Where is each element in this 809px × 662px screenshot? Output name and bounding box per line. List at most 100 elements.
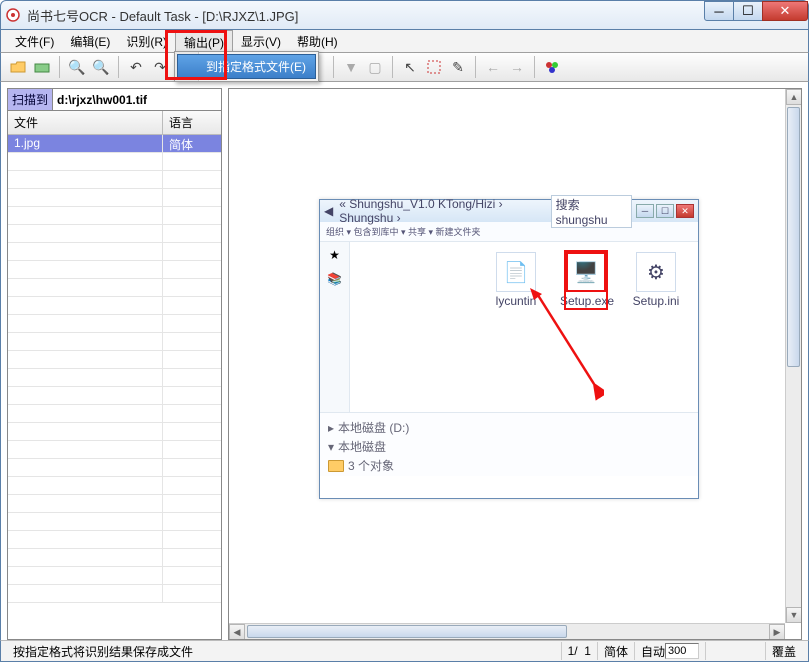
scanner-icon[interactable] <box>31 56 53 78</box>
zoom-input[interactable] <box>665 643 699 659</box>
scan-destination-row: 扫描到 d:\rjxz\hw001.tif <box>8 89 221 111</box>
explorer-close-icon: ✕ <box>676 204 694 218</box>
explorer-content: 📄 lycuntin 🖥️ Setup.exe ⚙ Setup.ini <box>350 242 698 412</box>
table-row[interactable] <box>8 351 221 369</box>
status-lang: 简体 <box>597 642 634 660</box>
next-icon[interactable]: → <box>506 56 528 78</box>
menu-view[interactable]: 显示(V) <box>233 30 289 52</box>
region-icon[interactable] <box>423 56 445 78</box>
explorer-sidebar: ★ 📚 <box>320 242 350 412</box>
table-row[interactable] <box>8 261 221 279</box>
menu-edit[interactable]: 编辑(E) <box>62 30 118 52</box>
explorer-max-icon: ☐ <box>656 204 674 218</box>
titlebar: 尚书七号OCR - Default Task - [D:\RJXZ\1.JPG]… <box>0 0 809 30</box>
main-area: 扫描到 d:\rjxz\hw001.tif 文件 语言 1.jpg 简体 <box>0 82 809 640</box>
highlight-box-file <box>564 250 608 310</box>
file-table-body: 1.jpg 简体 <box>8 135 221 639</box>
preview-canvas[interactable]: ◀ « Shungshu_V1.0 KTong/Hizi › Shungshu … <box>229 89 785 623</box>
status-spacer <box>705 642 765 660</box>
table-row[interactable] <box>8 369 221 387</box>
table-row[interactable] <box>8 189 221 207</box>
file-table-header: 文件 语言 <box>8 111 221 135</box>
col-lang[interactable]: 语言 <box>163 111 221 134</box>
explorer-search: 搜索 shungshu <box>551 195 632 228</box>
table-row[interactable] <box>8 297 221 315</box>
status-zoom: 自动 <box>634 642 705 660</box>
scroll-right-icon[interactable]: ▶ <box>769 624 785 640</box>
table-row[interactable] <box>8 549 221 567</box>
prev-icon[interactable]: ← <box>482 56 504 78</box>
table-row[interactable] <box>8 171 221 189</box>
minimize-button[interactable]: ─ <box>704 1 734 21</box>
explorer-toolbar: 组织 ▾ 包含到库中 ▾ 共享 ▾ 新建文件夹 <box>320 222 698 242</box>
file-label: lycuntin <box>490 294 542 308</box>
preview-pane: ◀ « Shungshu_V1.0 KTong/Hizi › Shungshu … <box>228 88 802 640</box>
table-row[interactable] <box>8 243 221 261</box>
table-row[interactable] <box>8 333 221 351</box>
window-title: 尚书七号OCR - Default Task - [D:\RJXZ\1.JPG] <box>27 6 298 25</box>
table-row[interactable] <box>8 225 221 243</box>
table-row[interactable] <box>8 513 221 531</box>
library-icon: 📚 <box>327 272 342 286</box>
table-row[interactable] <box>8 477 221 495</box>
menubar: 文件(F) 编辑(E) 识别(R) 输出(P) 显示(V) 帮助(H) <box>0 30 809 52</box>
explorer-nav-back-icon: ◀ <box>324 204 333 218</box>
table-row[interactable] <box>8 459 221 477</box>
scan-path[interactable]: d:\rjxz\hw001.tif <box>53 91 221 109</box>
status-hint: 按指定格式将识别结果保存成文件 <box>7 642 561 660</box>
table-row[interactable] <box>8 387 221 405</box>
table-row[interactable] <box>8 495 221 513</box>
edit-icon[interactable]: ✎ <box>447 56 469 78</box>
table-row[interactable] <box>8 207 221 225</box>
scan-label: 扫描到 <box>8 89 53 110</box>
zoom-out-icon[interactable]: 🔍 <box>90 56 112 78</box>
scroll-down-icon[interactable]: ▼ <box>786 607 802 623</box>
detail-text: 3 个对象 <box>348 457 394 474</box>
rotate-left-icon[interactable]: ↶ <box>125 56 147 78</box>
file-item: ⚙ Setup.ini <box>630 252 682 308</box>
table-row[interactable] <box>8 315 221 333</box>
crop-icon[interactable]: ▢ <box>364 56 386 78</box>
document-icon: 📄 <box>496 252 536 292</box>
statusbar: 按指定格式将识别结果保存成文件 1/ 1 简体 自动 覆盖 <box>0 640 809 662</box>
pointer-icon[interactable]: ↖ <box>399 56 421 78</box>
filter-icon[interactable]: ▼ <box>340 56 362 78</box>
scrollbar-vertical[interactable]: ▲ ▼ <box>785 89 801 623</box>
window-controls: ─ ☐ ✕ <box>705 1 808 23</box>
explorer-details: ▸本地磁盘 (D:) ▾本地磁盘 3 个对象 <box>320 412 698 476</box>
star-icon: ★ <box>329 248 340 262</box>
close-button[interactable]: ✕ <box>762 1 808 21</box>
file-item: 📄 lycuntin <box>490 252 542 308</box>
table-row[interactable] <box>8 423 221 441</box>
table-row[interactable] <box>8 531 221 549</box>
maximize-button[interactable]: ☐ <box>733 1 763 21</box>
color-icon[interactable] <box>541 56 563 78</box>
cell-file: 1.jpg <box>8 135 163 152</box>
file-item-highlighted: 🖥️ Setup.exe <box>560 252 612 308</box>
explorer-breadcrumb: « Shungshu_V1.0 KTong/Hizi › Shungshu › <box>339 197 544 225</box>
zoom-in-icon[interactable]: 🔍 <box>66 56 88 78</box>
table-row[interactable] <box>8 567 221 585</box>
table-row[interactable]: 1.jpg 简体 <box>8 135 221 153</box>
menu-help[interactable]: 帮助(H) <box>289 30 346 52</box>
ini-icon: ⚙ <box>636 252 676 292</box>
status-overwrite: 覆盖 <box>765 642 802 660</box>
table-row[interactable] <box>8 585 221 603</box>
menu-file[interactable]: 文件(F) <box>7 30 62 52</box>
highlight-box-menu <box>165 30 227 80</box>
table-row[interactable] <box>8 405 221 423</box>
scroll-up-icon[interactable]: ▲ <box>786 89 802 105</box>
table-row[interactable] <box>8 279 221 297</box>
file-label: Setup.ini <box>630 294 682 308</box>
open-icon[interactable] <box>7 56 29 78</box>
detail-text: 本地磁盘 <box>338 438 386 455</box>
scrollbar-horizontal[interactable]: ◀ ▶ <box>229 623 785 639</box>
status-page: 1/ 1 <box>561 642 597 660</box>
scroll-thumb[interactable] <box>787 107 800 367</box>
detail-text: 本地磁盘 (D:) <box>338 419 409 436</box>
scroll-thumb[interactable] <box>247 625 567 638</box>
col-file[interactable]: 文件 <box>8 111 163 134</box>
table-row[interactable] <box>8 153 221 171</box>
table-row[interactable] <box>8 441 221 459</box>
scroll-left-icon[interactable]: ◀ <box>229 624 245 640</box>
